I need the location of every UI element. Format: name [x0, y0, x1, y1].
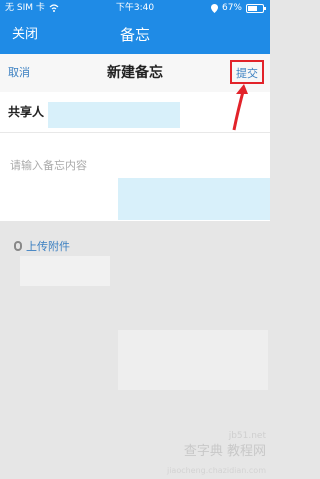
- location-icon: [210, 3, 218, 13]
- annotation-arrow-icon: [232, 84, 248, 131]
- share-label: 共享人: [8, 105, 45, 119]
- share-recipient-redacted: [48, 102, 180, 128]
- memo-placeholder: 请输入备忘内容: [10, 159, 87, 172]
- submit-button[interactable]: 提交: [230, 60, 264, 84]
- status-right: 67%: [210, 0, 266, 16]
- attachment-area-redacted: [20, 256, 110, 286]
- battery-percent: 67%: [221, 3, 242, 13]
- upload-attachment-button[interactable]: 上传附件: [14, 238, 70, 254]
- status-bar: 无 SIM 卡 下午3:40 67%: [0, 0, 270, 16]
- watermark-text: 查字典 教程网: [183, 444, 266, 459]
- memo-content-redacted: [118, 178, 270, 220]
- nav-title: 备忘: [119, 26, 150, 44]
- nav-bar: 关闭 备忘: [0, 16, 270, 54]
- watermark-url: jiaocheng.chazidian.com: [166, 466, 266, 475]
- watermark-site: jb51.net: [228, 431, 266, 441]
- background-redacted: [118, 330, 268, 390]
- upload-attachment-label: 上传附件: [26, 240, 70, 253]
- watermark: jb51.net 查字典 教程网: [184, 429, 266, 459]
- paperclip-icon: [14, 241, 22, 251]
- battery-icon: [246, 3, 266, 13]
